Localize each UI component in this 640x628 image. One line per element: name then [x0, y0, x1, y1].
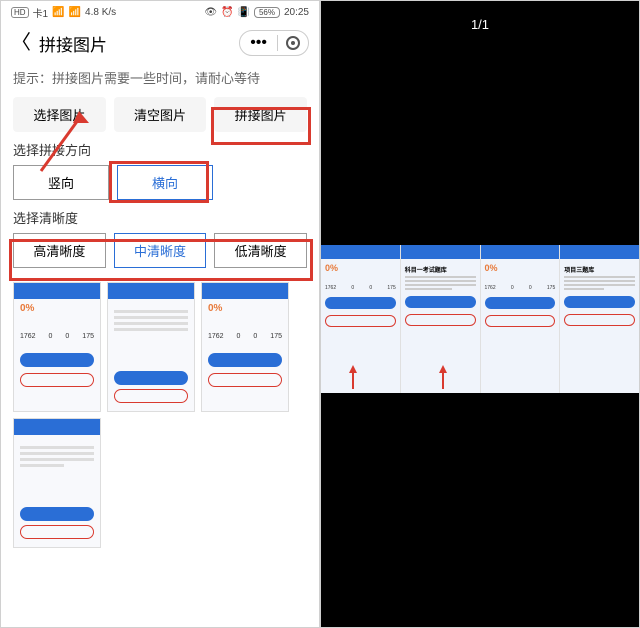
close-icon[interactable] [286, 36, 300, 50]
clarity-row: 高清晰度 中清晰度 低清晰度 [1, 233, 319, 276]
thumbnail-4[interactable] [13, 418, 101, 548]
thumbnail-1[interactable]: 0% 176200175 [13, 282, 101, 412]
direction-label: 选择拼接方向 [1, 140, 319, 165]
page-title: 拼接图片 [39, 31, 107, 56]
nav-bar: 〈 拼接图片 ••• [1, 24, 319, 62]
preview-col-4: 项目三题库 [560, 245, 639, 393]
action-row: 选择图片 清空图片 拼接图片 [1, 97, 319, 140]
alarm-icon: ⏰ [221, 7, 233, 18]
thumbnail-grid: 0% 176200175 0% 176200175 [1, 276, 319, 554]
stitch-images-button[interactable]: 拼接图片 [214, 97, 307, 132]
clear-images-button[interactable]: 清空图片 [114, 97, 207, 132]
clarity-high[interactable]: 高清晰度 [13, 233, 106, 268]
signal-icon: 📶 [52, 7, 64, 18]
direction-horizontal[interactable]: 横向 [117, 165, 213, 200]
right-viewer-pane: 1/1 0% 176200175 科目一考试题库 0% 1 [320, 0, 640, 628]
battery-indicator: 56% [254, 7, 280, 18]
status-bar: HD 卡1 📶 📶 4.8 K/s 👁 ⏰ 📳 56% 20:25 [1, 1, 319, 24]
left-phone-pane: HD 卡1 📶 📶 4.8 K/s 👁 ⏰ 📳 56% 20:25 〈 拼接图片… [0, 0, 320, 628]
miniprogram-capsule[interactable]: ••• [239, 30, 309, 56]
page-counter: 1/1 [321, 1, 639, 48]
hd-badge: HD [11, 7, 29, 18]
clock: 20:25 [284, 7, 309, 18]
stitched-preview[interactable]: 0% 176200175 科目一考试题库 0% 176200175 [321, 245, 639, 393]
direction-vertical[interactable]: 竖向 [13, 165, 109, 200]
preview-col-2: 科目一考试题库 [401, 245, 481, 393]
back-icon[interactable]: 〈 [11, 33, 31, 53]
clarity-mid[interactable]: 中清晰度 [114, 233, 207, 268]
eye-icon: 👁 [204, 7, 217, 18]
hint-text: 提示：拼接图片需要一些时间，请耐心等待 [1, 62, 319, 97]
preview-col-1: 0% 176200175 [321, 245, 401, 393]
direction-row: 竖向 横向 [1, 165, 319, 208]
thumbnail-3[interactable]: 0% 176200175 [201, 282, 289, 412]
net-speed: 4.8 K/s [85, 7, 116, 18]
sim-label: 卡1 [33, 5, 49, 20]
clarity-low[interactable]: 低清晰度 [214, 233, 307, 268]
preview-col-3: 0% 176200175 [481, 245, 561, 393]
select-images-button[interactable]: 选择图片 [13, 97, 106, 132]
vibrate-icon: 📳 [238, 7, 250, 18]
clarity-label: 选择清晰度 [1, 208, 319, 233]
more-icon[interactable]: ••• [240, 35, 278, 51]
thumbnail-2[interactable] [107, 282, 195, 412]
wifi-icon: 📶 [69, 7, 81, 18]
